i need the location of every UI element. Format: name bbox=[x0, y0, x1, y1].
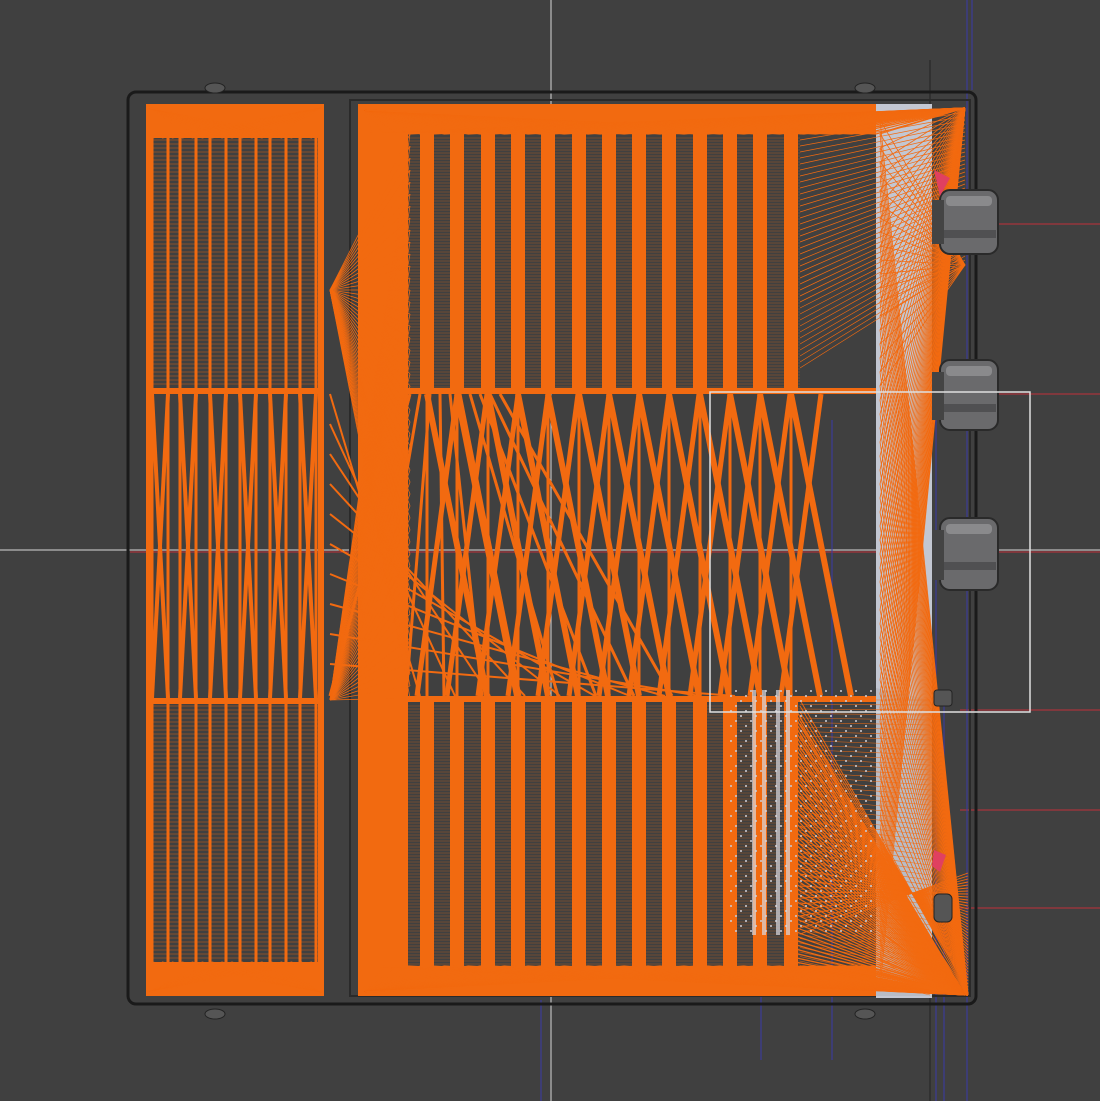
knob-icon[interactable] bbox=[932, 517, 999, 591]
cad-scene[interactable] bbox=[0, 0, 1100, 1101]
knob-icon[interactable] bbox=[932, 189, 999, 255]
knob-icon[interactable] bbox=[932, 359, 999, 431]
3d-viewport[interactable] bbox=[0, 0, 1100, 1101]
